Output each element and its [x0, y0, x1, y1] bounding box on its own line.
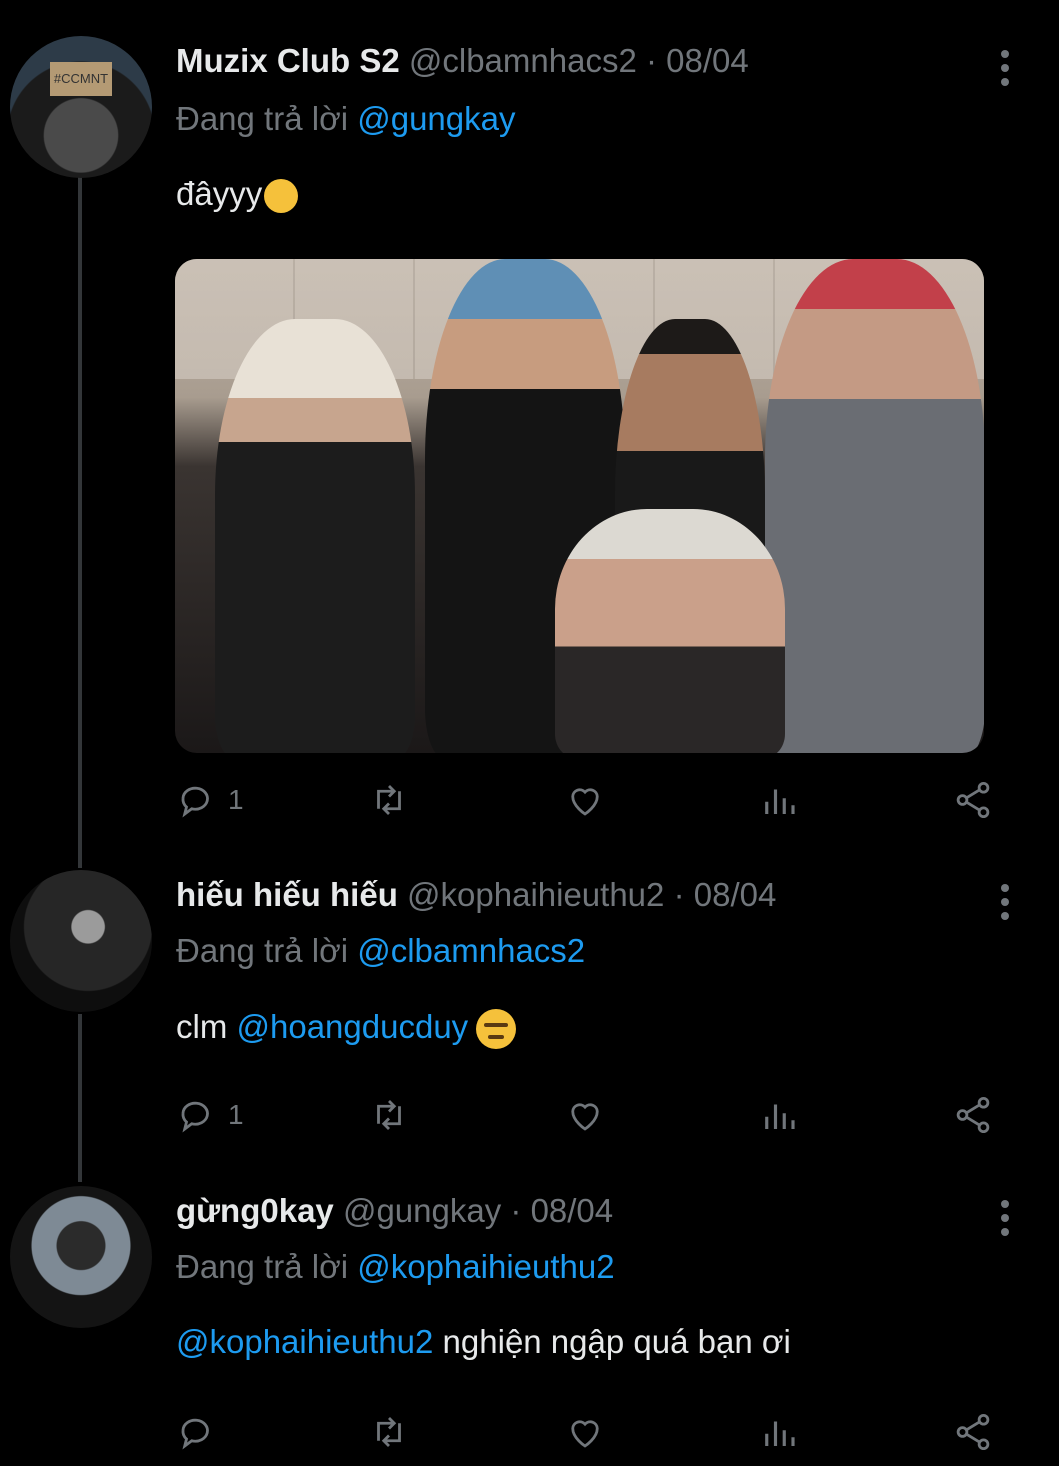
avatar-sign: #CCMNT	[50, 62, 112, 96]
views-icon	[765, 1421, 795, 1446]
share-button[interactable]	[952, 1095, 994, 1135]
reply-icon	[181, 1101, 209, 1133]
views-button[interactable]	[758, 780, 800, 820]
reply-icon	[181, 786, 209, 818]
reply-button[interactable]: 1	[176, 1095, 244, 1135]
views-icon	[765, 789, 795, 814]
tweet-actions: 1	[176, 780, 996, 820]
tweet-actions	[176, 1412, 996, 1452]
reply-prefix: Đang trả lời	[176, 1248, 349, 1285]
retweet-button[interactable]	[368, 780, 410, 820]
tweet-text-prefix: clm	[176, 1008, 228, 1045]
reply-icon	[181, 1418, 209, 1450]
retweet-icon	[377, 785, 401, 815]
tweet-text-content: đâyyy	[176, 175, 263, 212]
reply-to-mention[interactable]: @clbamnhacs2	[357, 932, 585, 969]
reply-prefix: Đang trả lời	[176, 100, 349, 137]
avatar[interactable]: #CCMNT	[10, 36, 152, 178]
tweet-header: hiếu hiếu hiếu @kophaihieuthu2 · 08/04	[176, 876, 776, 914]
reply-button[interactable]: 1	[176, 780, 244, 820]
tweet-header: Muzix Club S2 @clbamnhacs2 · 08/04	[176, 42, 749, 80]
reply-context: Đang trả lời @kophaihieuthu2	[176, 1248, 615, 1286]
views-icon	[765, 1104, 795, 1129]
reply-button[interactable]	[176, 1412, 218, 1452]
tweet-date[interactable]: 08/04	[666, 42, 749, 79]
display-name[interactable]: Muzix Club S2	[176, 42, 400, 79]
user-handle[interactable]: @gungkay	[343, 1192, 501, 1229]
like-button[interactable]	[564, 1095, 606, 1135]
user-handle[interactable]: @clbamnhacs2	[409, 42, 637, 79]
separator: ·	[510, 1192, 522, 1229]
separator: ·	[673, 876, 685, 913]
tweet[interactable]: gừng0kay @gungkay · 08/04 Đang trả lời @…	[0, 1170, 1059, 1466]
views-button[interactable]	[758, 1095, 800, 1135]
share-button[interactable]	[952, 780, 994, 820]
avatar[interactable]	[10, 1186, 152, 1328]
pinching-hand-emoji	[264, 179, 299, 214]
reply-prefix: Đang trả lời	[176, 932, 349, 969]
tweet-text-mention[interactable]: @kophaihieuthu2	[176, 1323, 433, 1360]
tweet-text: @kophaihieuthu2 nghiện ngập quá bạn ơi	[176, 1323, 791, 1361]
tweet-date[interactable]: 08/04	[531, 1192, 614, 1229]
reply-count: 1	[228, 784, 244, 815]
share-button[interactable]	[952, 1412, 994, 1452]
reply-to-mention[interactable]: @gungkay	[357, 100, 515, 137]
separator: ·	[645, 42, 657, 79]
tweet-date[interactable]: 08/04	[694, 876, 777, 913]
more-icon[interactable]	[1000, 50, 1010, 92]
reply-context: Đang trả lời @clbamnhacs2	[176, 932, 585, 970]
tweet-header: gừng0kay @gungkay · 08/04	[176, 1192, 613, 1230]
tweet-text: clm @hoangducduy	[176, 1008, 517, 1050]
user-handle[interactable]: @kophaihieuthu2	[407, 876, 664, 913]
display-name[interactable]: gừng0kay	[176, 1192, 334, 1229]
tweet[interactable]: hiếu hiếu hiếu @kophaihieuthu2 · 08/04 Đ…	[0, 860, 1059, 1170]
retweet-button[interactable]	[368, 1412, 410, 1452]
more-icon[interactable]	[1000, 884, 1010, 926]
tweet-text-mention[interactable]: @hoangducduy	[237, 1008, 469, 1045]
retweet-icon	[377, 1417, 401, 1447]
display-name[interactable]: hiếu hiếu hiếu	[176, 876, 398, 913]
like-icon	[571, 1420, 599, 1448]
tweet-text-suffix: nghiện ngập quá bạn ơi	[442, 1323, 791, 1360]
tweet-image[interactable]	[175, 259, 984, 753]
like-button[interactable]	[564, 780, 606, 820]
retweet-icon	[377, 1100, 401, 1130]
share-icon	[956, 1096, 990, 1134]
views-button[interactable]	[758, 1412, 800, 1452]
tweet[interactable]: #CCMNT Muzix Club S2 @clbamnhacs2 · 08/0…	[0, 0, 1059, 860]
share-icon	[956, 1413, 990, 1451]
like-icon	[571, 788, 599, 816]
like-button[interactable]	[564, 1412, 606, 1452]
reply-context: Đang trả lời @gungkay	[176, 100, 515, 138]
more-icon[interactable]	[1000, 1200, 1010, 1242]
share-icon	[956, 781, 990, 819]
reply-to-mention[interactable]: @kophaihieuthu2	[357, 1248, 614, 1285]
tweet-actions: 1	[176, 1095, 996, 1135]
expressionless-face-emoji	[476, 1009, 517, 1050]
retweet-button[interactable]	[368, 1095, 410, 1135]
avatar[interactable]	[10, 870, 152, 1012]
tweet-text: đâyyy	[176, 175, 299, 214]
like-icon	[571, 1103, 599, 1131]
reply-count: 1	[228, 1099, 244, 1130]
